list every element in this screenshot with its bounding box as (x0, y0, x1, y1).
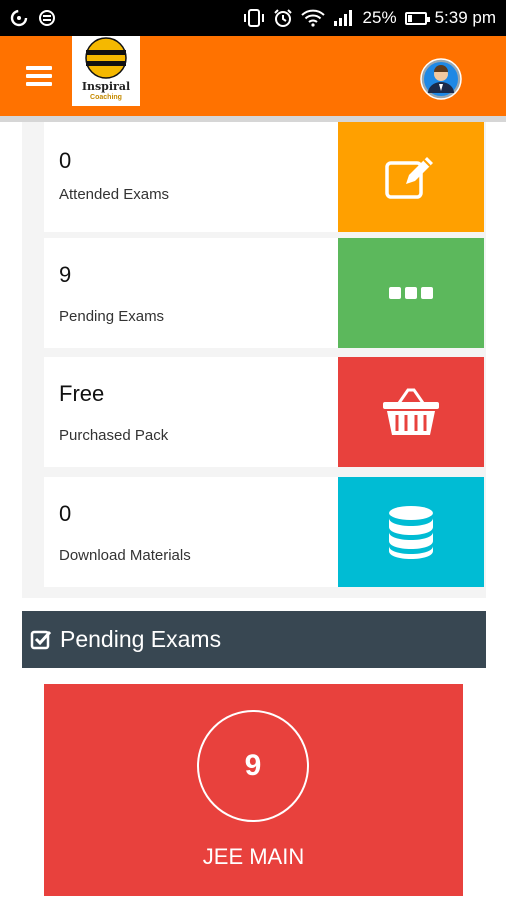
database-icon (389, 506, 433, 559)
battery-icon (404, 11, 430, 25)
edit-icon (385, 157, 433, 199)
stat-tile-purchased[interactable] (338, 357, 484, 467)
battery-percent: 25% (362, 8, 397, 27)
data-saver-icon (10, 9, 28, 27)
vibrate-icon (243, 9, 265, 27)
stat-card-download-materials[interactable]: 0 Download Materials (44, 477, 484, 587)
stat-label: Download Materials (59, 547, 191, 564)
stat-label: Attended Exams (59, 186, 170, 203)
stat-tile-download[interactable] (338, 477, 484, 587)
stat-value: 0 (59, 501, 72, 526)
stat-value: Free (59, 381, 105, 406)
status-bar: 25% 5:39 pm (0, 0, 506, 36)
stat-tile-pending[interactable] (338, 238, 484, 348)
basket-icon (383, 388, 439, 435)
section-title: Pending Exams (60, 626, 222, 652)
wifi-icon (300, 9, 325, 27)
stat-card-purchased-pack[interactable]: Free Purchased Pack (44, 357, 484, 467)
stat-value: 0 (59, 148, 72, 173)
pending-exams-header: Pending Exams (22, 611, 486, 668)
ellipsis-icon (389, 287, 433, 299)
logo: Inspiral Coaching (72, 36, 140, 106)
exam-count: 9 (197, 710, 309, 822)
signal-icon (333, 9, 355, 27)
logo-text: Inspiral (81, 80, 131, 93)
stat-card-pending-exams[interactable]: 9 Pending Exams (44, 238, 484, 348)
logo-subtext: Coaching (90, 94, 122, 101)
stat-label: Pending Exams (59, 308, 165, 325)
sync-icon (38, 9, 56, 27)
bee-logo-icon (85, 37, 127, 79)
exam-card-jee-main[interactable]: 9 JEE MAIN (44, 684, 463, 896)
menu-icon[interactable] (26, 66, 52, 86)
app-bar: Inspiral Coaching (0, 36, 506, 116)
stat-label: Purchased Pack (59, 427, 169, 444)
stat-tile-attended[interactable] (338, 122, 484, 232)
check-square-icon (30, 630, 52, 649)
user-avatar[interactable] (420, 58, 462, 100)
exam-name: JEE MAIN (202, 844, 305, 869)
stat-card-attended-exams[interactable]: 0 Attended Exams (44, 122, 484, 232)
alarm-icon (273, 8, 293, 28)
stat-value: 9 (59, 262, 72, 287)
clock: 5:39 pm (434, 8, 496, 27)
stats-panel: 0 Attended Exams 9 Pending Exams Free Pu… (22, 122, 486, 598)
